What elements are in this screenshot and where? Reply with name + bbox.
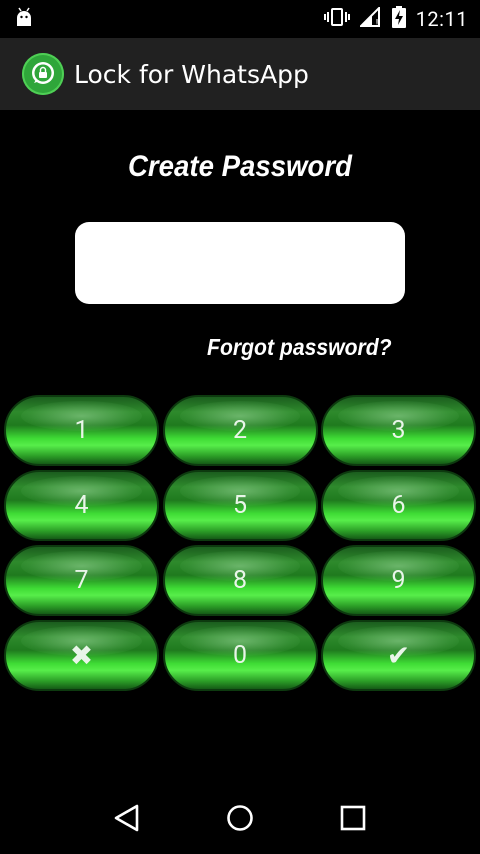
keypad: 1 2 3 4 5 6 7 8 9 ✖ 0 ✔ (4, 395, 476, 691)
key-6[interactable]: 6 (321, 470, 476, 541)
key-8[interactable]: 8 (162, 545, 318, 616)
svg-text:!: ! (375, 18, 379, 27)
key-label: 3 (391, 416, 406, 445)
key-label: 5 (232, 491, 248, 520)
key-label: 8 (232, 566, 248, 595)
back-icon[interactable] (107, 798, 147, 838)
battery-charging-icon (391, 6, 406, 32)
key-0[interactable]: 0 (162, 620, 318, 691)
key-label: 2 (232, 416, 248, 445)
android-debug-icon (14, 6, 34, 32)
key-7[interactable]: 7 (4, 545, 159, 616)
nav-bar (0, 782, 480, 854)
key-label: 4 (74, 491, 89, 520)
clear-button[interactable]: ✖ (4, 620, 159, 691)
key-3[interactable]: 3 (321, 395, 476, 466)
recents-icon[interactable] (333, 798, 373, 838)
page-title: Create Password (128, 150, 352, 183)
status-bar: ! 12:11 (0, 0, 480, 38)
close-icon: ✖ (69, 639, 94, 672)
key-5[interactable]: 5 (162, 470, 318, 541)
check-icon: ✔ (386, 639, 411, 672)
key-label: 6 (391, 491, 406, 520)
key-2[interactable]: 2 (162, 395, 318, 466)
confirm-button[interactable]: ✔ (321, 620, 476, 691)
key-4[interactable]: 4 (4, 470, 159, 541)
home-icon[interactable] (220, 798, 260, 838)
key-9[interactable]: 9 (321, 545, 476, 616)
vibrate-icon (323, 7, 350, 31)
signal-icon: ! (358, 5, 382, 31)
password-input[interactable] (75, 222, 405, 304)
status-time: 12:11 (415, 7, 468, 31)
key-1[interactable]: 1 (4, 395, 159, 466)
lock-bubble-icon (22, 53, 64, 95)
key-label: 9 (391, 566, 406, 595)
key-label: 1 (74, 416, 89, 445)
action-bar: Lock for WhatsApp (0, 38, 480, 110)
app-title: Lock for WhatsApp (74, 59, 309, 89)
key-label: 7 (74, 566, 89, 595)
key-label: 0 (232, 641, 248, 670)
forgot-password-link[interactable]: Forgot password? (207, 334, 392, 361)
